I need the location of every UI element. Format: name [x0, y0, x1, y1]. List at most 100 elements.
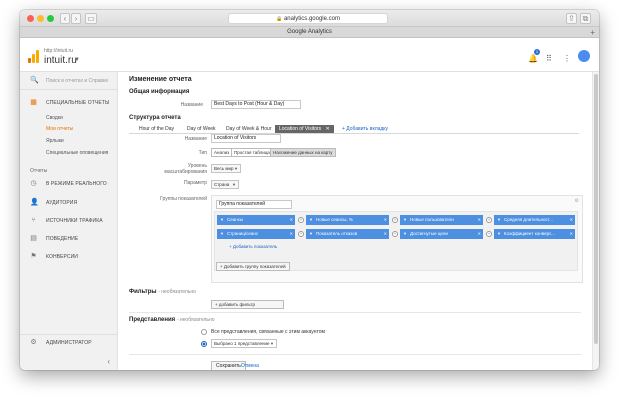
sidebar-item-label: Администратор — [46, 340, 92, 346]
remove-icon[interactable]: ✕ — [570, 229, 573, 239]
browser-toolbar: ‹ › ▭ 🔒 analytics.google.com ⇪ ⧉ — [20, 10, 599, 27]
browser-tab[interactable]: Google Analytics + — [20, 27, 599, 38]
remove-icon[interactable]: ✕ — [290, 215, 293, 225]
views-selected-radio[interactable] — [201, 341, 207, 347]
metric-chip-label: Показатель отказов — [316, 231, 358, 236]
dimension-dropdown[interactable]: Страна ▼ — [211, 180, 239, 189]
sidebar-item-behavior[interactable]: ▤ Поведение — [20, 233, 118, 245]
remove-icon[interactable]: ✕ — [570, 215, 573, 225]
remove-icon[interactable]: ✕ — [384, 215, 387, 225]
add-metric-group-button[interactable]: + Добавить группу показателей — [216, 262, 290, 271]
close-tab-icon[interactable]: ✕ — [326, 126, 330, 132]
add-between-icon[interactable]: + — [392, 217, 398, 223]
report-name-input[interactable]: Best Days to Post (Hour & Day) — [211, 100, 301, 109]
add-filter-button[interactable]: + добавить фильтр — [211, 300, 284, 309]
tab-location-of-visitors[interactable]: Location of Visitors ✕ — [275, 125, 334, 133]
share-icon[interactable]: ⇪ — [566, 13, 577, 24]
sidebar-item-label: В режиме реального — [46, 181, 107, 187]
sidebar-subitem-alerts[interactable]: Специальные оповещения — [46, 150, 108, 156]
caret-down-icon: ▼ — [403, 217, 407, 222]
sidebar-toggle-icon[interactable]: ▭ — [85, 13, 97, 24]
new-tab-icon[interactable]: + — [590, 27, 595, 38]
caret-down-icon: ▼ — [309, 231, 313, 236]
type-map-overlay-button[interactable]: Наложение данных на карту — [270, 148, 336, 157]
caret-down-icon: ▼ — [497, 217, 501, 222]
caret-down-icon: ▼ — [403, 231, 407, 236]
section-divider — [129, 354, 581, 355]
add-tab-button[interactable]: + Добавить вкладку — [342, 125, 388, 133]
metric-chip[interactable]: ▼ Средняя длительност... ✕ — [494, 215, 575, 225]
metric-chip[interactable]: ▼ Показатель отказов ✕ — [306, 229, 389, 239]
caret-down-icon: ▼ — [270, 341, 274, 346]
add-between-icon[interactable]: + — [298, 217, 304, 223]
sidebar-item-audience[interactable]: 👤 Аудитория — [20, 197, 118, 209]
address-bar[interactable]: 🔒 analytics.google.com — [228, 13, 388, 24]
tab-hour-of-day[interactable]: Hour of the Day — [139, 125, 174, 133]
add-between-icon[interactable]: + — [392, 231, 398, 237]
tab-name-input[interactable]: Location of Visitors — [211, 134, 281, 143]
sidebar-subitem-dashboards[interactable]: Сводки — [46, 115, 63, 121]
tabs-overview-icon[interactable]: ⧉ — [580, 13, 591, 24]
metric-chip[interactable]: ▼ Сеансы ✕ — [217, 215, 295, 225]
drag-handle-icon[interactable]: ⚙ — [575, 198, 579, 204]
sidebar-bottom: ⚙ Администратор ‹ — [20, 334, 118, 370]
zoom-window-button[interactable] — [47, 15, 54, 22]
type-flat-table-button[interactable]: Простая таблица — [231, 148, 273, 157]
metric-chip[interactable]: ▼ Коэффициент конверс... ✕ — [494, 229, 575, 239]
notification-badge: 1 — [534, 49, 540, 55]
add-between-icon[interactable]: + — [486, 217, 492, 223]
close-window-button[interactable] — [27, 15, 34, 22]
cancel-button[interactable]: Отмена — [241, 363, 259, 369]
person-icon: 👤 — [30, 199, 39, 206]
bell-icon[interactable]: 🔔 — [528, 54, 538, 63]
caret-down-icon[interactable]: ▼ — [74, 57, 80, 63]
remove-icon[interactable]: ✕ — [384, 229, 387, 239]
sidebar-item-label: Конверсии — [46, 254, 79, 260]
forward-icon[interactable]: › — [71, 13, 81, 24]
acquisition-icon: ⑂ — [31, 217, 36, 224]
remove-icon[interactable]: ✕ — [290, 229, 293, 239]
type-explorer-button[interactable]: Анализ — [211, 148, 233, 157]
sidebar-subitem-my-reports[interactable]: Мои отчеты — [46, 126, 73, 132]
metric-group-name-input[interactable]: Группа показателей — [216, 200, 292, 209]
sidebar-search[interactable]: 🔍 Поиск в отчетах и Справке — [20, 72, 118, 90]
sidebar-item-admin[interactable]: ⚙ Администратор — [20, 337, 118, 349]
metric-chip-label: Средняя длительност... — [504, 217, 554, 222]
back-icon[interactable]: ‹ — [60, 13, 70, 24]
sidebar-item-acquisition[interactable]: ⑂ Источники трафика — [20, 215, 118, 227]
remove-icon[interactable]: ✕ — [478, 215, 481, 225]
sidebar-subitem-shortcuts[interactable]: Ярлыки — [46, 138, 64, 144]
section-structure: Структура отчета — [129, 115, 181, 121]
account-selector[interactable]: intuit.ru — [44, 55, 77, 66]
tab-day-of-week[interactable]: Day of Week — [187, 125, 216, 133]
search-icon: 🔍 — [30, 77, 39, 84]
metric-chip[interactable]: ▼ Новые пользователи ✕ — [400, 215, 483, 225]
views-select-dropdown[interactable]: Выбрано 1 представление ▼ — [211, 339, 277, 348]
views-all-radio[interactable] — [201, 329, 207, 335]
analytics-logo-icon[interactable] — [28, 50, 39, 63]
avatar[interactable] — [578, 50, 590, 62]
remove-icon[interactable]: ✕ — [478, 229, 481, 239]
url-text: analytics.google.com — [283, 16, 340, 22]
metric-chip[interactable]: ▼ Достигнутые цели ✕ — [400, 229, 483, 239]
optional-note: - необязательно — [176, 317, 215, 323]
edit-report-panel: Изменение отчета Общая информация Назван… — [119, 72, 591, 370]
metric-chip[interactable]: ▼ Страниц/сеанс ✕ — [217, 229, 295, 239]
collapse-sidebar-icon[interactable]: ‹ — [107, 357, 110, 366]
main-scrollbar[interactable] — [592, 72, 599, 370]
sidebar-item-label: Аудитория — [46, 200, 78, 206]
zoom-level-dropdown[interactable]: Весь мир ▼ — [211, 164, 241, 173]
add-metric-button[interactable]: + Добавить показатель — [229, 244, 277, 249]
sidebar-item-realtime[interactable]: ◷ В режиме реального — [20, 178, 118, 190]
page-title: Изменение отчета — [129, 76, 192, 83]
sidebar-item-conversions[interactable]: ⚑ Конверсии — [20, 251, 118, 263]
minimize-window-button[interactable] — [37, 15, 44, 22]
sidebar-item-custom-reports[interactable]: ▦ Специальные отчеты — [20, 97, 118, 109]
add-between-icon[interactable]: + — [486, 231, 492, 237]
tab-day-of-week-hour[interactable]: Day of Week & Hour — [226, 125, 271, 133]
metric-chip[interactable]: ▼ Новые сеансы, % ✕ — [306, 215, 389, 225]
apps-grid-icon[interactable]: ⠿ — [546, 54, 552, 63]
more-vert-icon[interactable]: ⋮ — [563, 54, 571, 63]
scrollbar-thumb[interactable] — [594, 74, 598, 344]
add-between-icon[interactable]: + — [298, 231, 304, 237]
